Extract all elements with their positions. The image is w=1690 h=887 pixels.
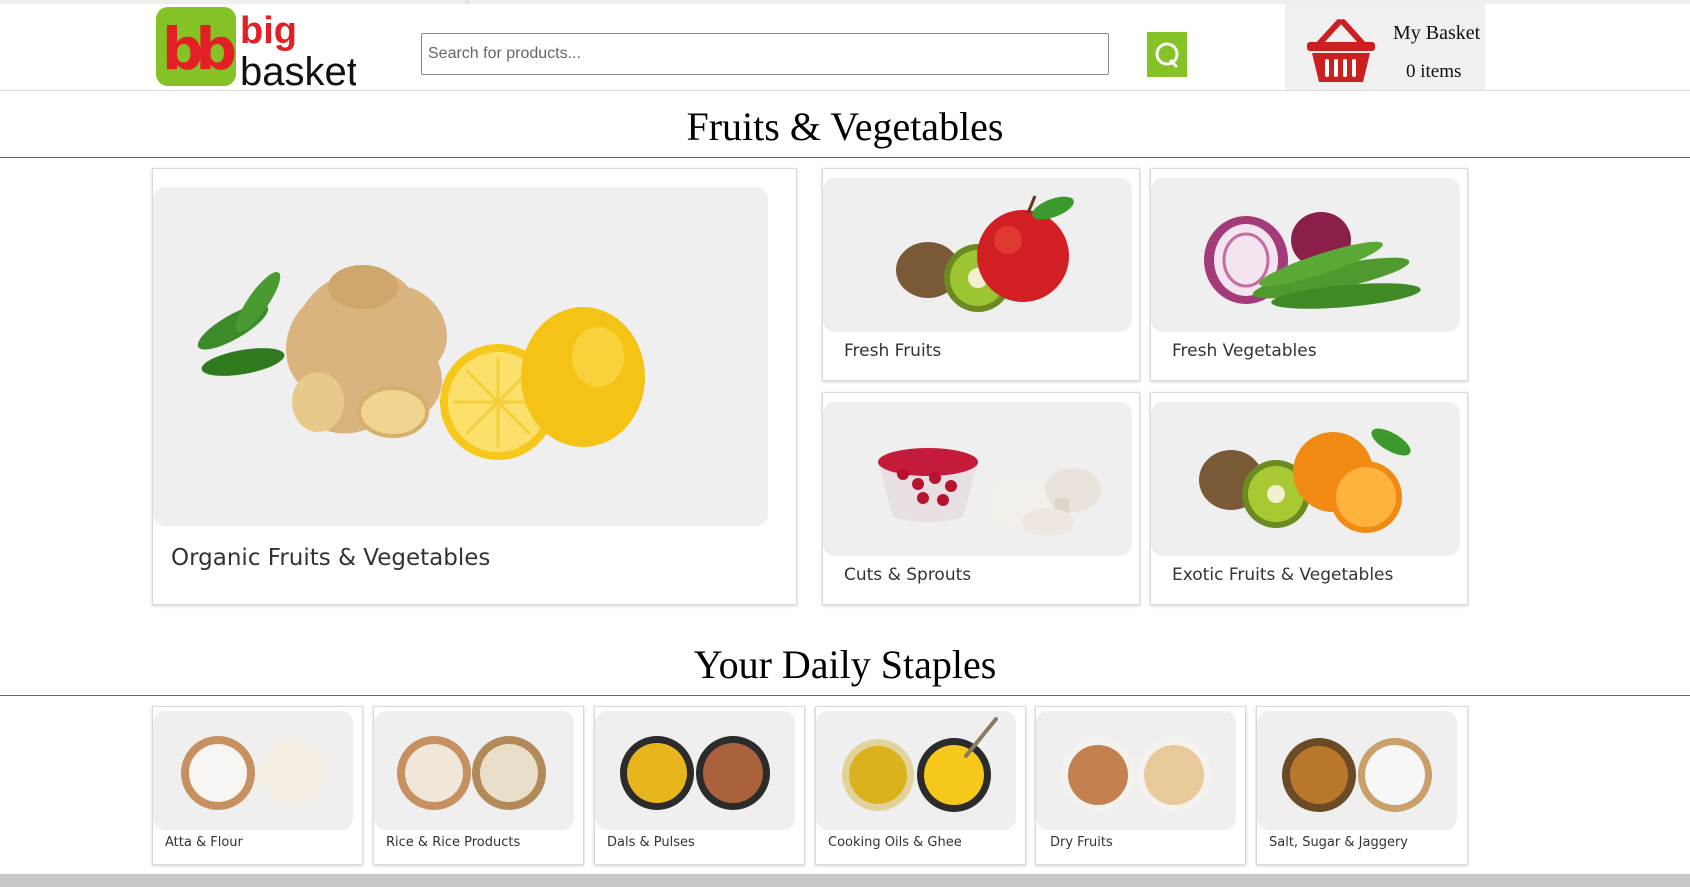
rice-illustration bbox=[397, 736, 546, 810]
basket-title: My Basket bbox=[1393, 22, 1481, 44]
bigbasket-logo[interactable]: bb big basket bbox=[156, 5, 358, 94]
category-label-dry-fruits: Dry Fruits bbox=[1050, 835, 1113, 850]
category-image-fresh-vegetables bbox=[1151, 178, 1460, 332]
category-label-cuts-sprouts: Cuts & Sprouts bbox=[844, 565, 972, 585]
category-label-fresh-vegetables: Fresh Vegetables bbox=[1172, 341, 1317, 361]
category-card-atta-flour[interactable]: Atta & Flour bbox=[152, 706, 363, 865]
section-divider bbox=[0, 695, 1690, 696]
category-image-cuts-sprouts bbox=[823, 402, 1132, 556]
category-label-oils-ghee: Cooking Oils & Ghee bbox=[828, 835, 962, 850]
category-label-salt-sugar: Salt, Sugar & Jaggery bbox=[1269, 835, 1408, 850]
category-card-rice[interactable]: Rice & Rice Products bbox=[373, 706, 584, 865]
search-icon bbox=[1155, 42, 1179, 68]
category-label-organic: Organic Fruits & Vegetables bbox=[171, 545, 491, 571]
fresh-fruits-illustration bbox=[896, 195, 1074, 312]
logo-text-bottom: basket bbox=[240, 50, 356, 89]
section-title-fruits-vegetables: Fruits & Vegetables bbox=[686, 104, 1004, 149]
category-label-fresh-fruits: Fresh Fruits bbox=[844, 341, 942, 361]
salt-sugar-illustration bbox=[1282, 738, 1432, 812]
category-card-fresh-vegetables[interactable]: Fresh Vegetables bbox=[1150, 168, 1468, 381]
basket-item-count: 0 items bbox=[1406, 61, 1462, 82]
oils-ghee-illustration bbox=[842, 717, 998, 812]
exotic-fruits-illustration bbox=[1199, 428, 1411, 533]
section-divider bbox=[0, 157, 1690, 158]
logo-text-top: big bbox=[240, 10, 297, 52]
cuts-sprouts-illustration bbox=[878, 448, 1101, 536]
search-button[interactable] bbox=[1147, 32, 1187, 77]
category-image-oils-ghee bbox=[816, 711, 1016, 830]
dals-pulses-illustration bbox=[620, 736, 770, 810]
category-card-dals-pulses[interactable]: Dals & Pulses bbox=[594, 706, 805, 865]
search-input[interactable] bbox=[421, 33, 1109, 75]
section-title-daily-staples: Your Daily Staples bbox=[693, 642, 997, 687]
category-card-cuts-sprouts[interactable]: Cuts & Sprouts bbox=[822, 392, 1140, 605]
category-image-dals-pulses bbox=[595, 711, 795, 830]
category-image-atta-flour bbox=[153, 711, 353, 830]
bigbasket-logo-mark: bb big basket bbox=[156, 7, 358, 94]
category-card-organic[interactable]: Organic Fruits & Vegetables bbox=[152, 168, 797, 605]
category-image-salt-sugar bbox=[1257, 711, 1457, 830]
category-image-fresh-fruits bbox=[823, 178, 1132, 332]
category-card-exotic[interactable]: Exotic Fruits & Vegetables bbox=[1150, 392, 1468, 605]
shopping-basket-icon bbox=[1307, 19, 1375, 82]
category-label-exotic: Exotic Fruits & Vegetables bbox=[1172, 565, 1394, 585]
organic-produce-illustration bbox=[197, 265, 645, 460]
site-header: bb big basket My Basket 0 items bbox=[0, 4, 1690, 94]
fresh-vegetables-illustration bbox=[1204, 212, 1421, 309]
category-label-atta-flour: Atta & Flour bbox=[165, 835, 243, 850]
category-card-fresh-fruits[interactable]: Fresh Fruits bbox=[822, 168, 1140, 381]
category-card-oils-ghee[interactable]: Cooking Oils & Ghee bbox=[815, 706, 1026, 865]
my-basket-button[interactable]: My Basket 0 items bbox=[1285, 4, 1485, 90]
category-image-exotic bbox=[1151, 402, 1460, 556]
category-card-salt-sugar[interactable]: Salt, Sugar & Jaggery bbox=[1256, 706, 1468, 865]
category-card-dry-fruits[interactable]: Dry Fruits bbox=[1035, 706, 1246, 865]
category-label-dals-pulses: Dals & Pulses bbox=[607, 835, 695, 850]
logo-mark-text: bb bbox=[162, 15, 235, 83]
category-image-rice bbox=[374, 711, 574, 830]
category-image-organic bbox=[153, 187, 768, 526]
category-image-dry-fruits bbox=[1036, 711, 1236, 830]
category-label-rice: Rice & Rice Products bbox=[386, 835, 521, 850]
dry-fruits-illustration bbox=[1061, 738, 1211, 812]
atta-flour-illustration bbox=[181, 736, 330, 810]
horizontal-scrollbar[interactable] bbox=[0, 874, 1690, 887]
